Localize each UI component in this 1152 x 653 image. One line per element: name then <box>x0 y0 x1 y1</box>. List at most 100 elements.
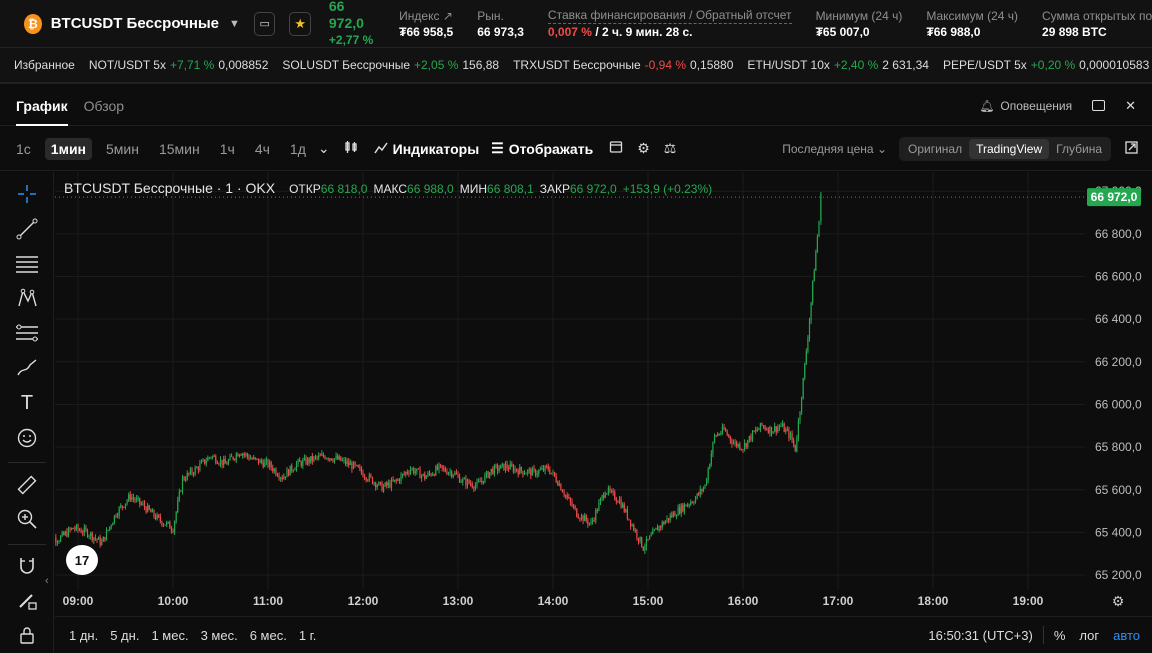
candle-body <box>804 363 806 378</box>
range-1m[interactable]: 1 мес. <box>151 628 188 643</box>
template-icon[interactable] <box>609 140 623 157</box>
candle-body <box>162 524 165 526</box>
tradingview-logo[interactable]: 17 <box>66 545 98 575</box>
axis-settings-icon[interactable]: ⚙ <box>1112 594 1125 610</box>
auto-toggle[interactable]: авто <box>1113 628 1140 643</box>
ruler-icon[interactable] <box>13 471 41 499</box>
candle-body <box>807 338 809 352</box>
alerts-button[interactable]: Оповещения <box>1000 99 1072 113</box>
candle-body <box>305 457 307 465</box>
timeframe-5m[interactable]: 5мин <box>100 138 145 160</box>
candle-body <box>197 467 199 471</box>
window-icon[interactable] <box>1092 100 1106 111</box>
candle-body <box>254 457 256 459</box>
menu-icon: ☰ <box>491 140 504 156</box>
candle-body <box>793 440 795 445</box>
favorite-item[interactable]: TRXUSDT Бессрочные -0,94 % 0,15880 <box>513 58 733 72</box>
projection-icon[interactable] <box>13 319 41 347</box>
crosshair-icon[interactable] <box>13 180 41 208</box>
candle-body <box>517 470 519 475</box>
candle-body <box>327 458 329 460</box>
y-tick-label: 66 800,0 <box>1095 227 1142 241</box>
fullscreen-icon[interactable] <box>1125 140 1138 157</box>
favorite-star-icon[interactable]: ★ <box>289 11 311 36</box>
candle-body <box>183 477 185 480</box>
range-6m[interactable]: 6 мес. <box>250 628 287 643</box>
range-3m[interactable]: 3 мес. <box>201 628 238 643</box>
zoom-in-icon[interactable] <box>13 505 41 533</box>
x-tick-label: 17:00 <box>823 594 854 608</box>
timeframe-1d[interactable]: 1д <box>284 138 312 160</box>
percent-toggle[interactable]: % <box>1054 628 1066 643</box>
tab-overview[interactable]: Обзор <box>84 86 124 126</box>
candle-body <box>409 469 412 474</box>
trend-line-icon[interactable] <box>13 215 41 243</box>
timeframe-4h[interactable]: 4ч <box>249 138 276 160</box>
external-link-icon: ↗ <box>442 8 453 23</box>
display-button[interactable]: ☰ Отображать <box>491 140 593 157</box>
range-1d[interactable]: 1 дн. <box>69 628 98 643</box>
timeframe-1h[interactable]: 1ч <box>214 138 241 160</box>
collapse-arrow-icon[interactable]: ‹ <box>45 575 49 587</box>
candle-body <box>663 522 665 525</box>
fib-levels-icon[interactable] <box>13 250 41 278</box>
candle-body <box>820 194 822 222</box>
tab-chart[interactable]: График <box>16 86 68 126</box>
emoji-icon[interactable] <box>13 424 41 452</box>
view-original[interactable]: Оригинал <box>901 139 969 159</box>
book-icon[interactable]: ▭ <box>253 11 276 36</box>
favorite-item[interactable]: PEPE/USDT 5x +0,20 % 0,000010583 <box>943 58 1149 72</box>
view-depth[interactable]: Глубина <box>1049 139 1109 159</box>
scale-icon[interactable]: ⚖ <box>664 140 677 157</box>
candle-body <box>390 479 393 488</box>
candle-body <box>525 473 527 475</box>
close-icon[interactable]: ✕ <box>1125 98 1136 114</box>
candles-icon[interactable] <box>344 140 358 157</box>
pattern-icon[interactable] <box>13 284 41 312</box>
candle-body <box>599 498 602 503</box>
candle-body <box>135 498 138 501</box>
chevron-down-icon[interactable]: ▼ <box>229 18 240 30</box>
pencil-lock-icon[interactable] <box>13 586 41 614</box>
chevron-down-icon[interactable]: ⌄ <box>318 140 330 157</box>
candle-body <box>397 479 399 481</box>
lock-icon[interactable] <box>13 621 41 649</box>
text-tool-icon[interactable]: T <box>13 389 41 417</box>
candle-body <box>181 477 184 491</box>
candle-body <box>153 510 155 517</box>
pair-selector[interactable]: BTCUSDT Бессрочные <box>51 15 219 32</box>
candle-body <box>240 454 242 456</box>
candle-body <box>88 536 90 538</box>
candle-body <box>770 426 773 434</box>
candle-body <box>97 537 100 540</box>
clock-timezone[interactable]: 16:50:31 (UTC+3) <box>928 628 1032 643</box>
price-chart[interactable]: 67 000,066 800,066 600,066 400,066 200,0… <box>55 172 1152 616</box>
stat-funding[interactable]: Ставка финансирования / Обратный отсчет … <box>547 7 792 40</box>
bell-icon[interactable]: 🔔︎ <box>979 99 994 113</box>
favorite-item[interactable]: NOT/USDT 5x +7,71 % 0,008852 <box>89 58 269 72</box>
stat-index[interactable]: Индекс ↗ ₮66 958,5 <box>399 8 453 40</box>
brush-icon[interactable] <box>13 354 41 382</box>
candle-body <box>207 457 209 462</box>
magnet-icon[interactable] <box>13 552 41 580</box>
range-1y[interactable]: 1 г. <box>299 628 317 643</box>
view-tradingview[interactable]: TradingView <box>969 138 1050 159</box>
log-toggle[interactable]: лог <box>1079 628 1099 643</box>
candle-body <box>340 456 342 461</box>
favorite-item[interactable]: SOLUSDT Бессрочные +2,05 % 156,88 <box>282 58 499 72</box>
x-tick-label: 16:00 <box>728 594 759 608</box>
indicators-button[interactable]: Индикаторы <box>374 141 479 157</box>
legend-high: 66 988,0 <box>407 182 454 196</box>
timeframe-1s[interactable]: 1с <box>10 138 37 160</box>
settings-gear-icon[interactable]: ⚙ <box>637 140 650 157</box>
timeframe-15m[interactable]: 15мин <box>153 138 206 160</box>
candle-body <box>311 456 313 462</box>
range-5d[interactable]: 5 дн. <box>110 628 139 643</box>
price-type-select[interactable]: Последняя цена ⌄ <box>782 142 887 156</box>
candle-body <box>75 525 78 530</box>
favorite-item[interactable]: ETH/USDT 10x +2,40 % 2 631,34 <box>747 58 929 72</box>
candle-body <box>349 463 351 466</box>
candle-body <box>729 436 731 441</box>
timeframe-1m[interactable]: 1мин <box>44 137 93 160</box>
candle-body <box>549 469 551 474</box>
